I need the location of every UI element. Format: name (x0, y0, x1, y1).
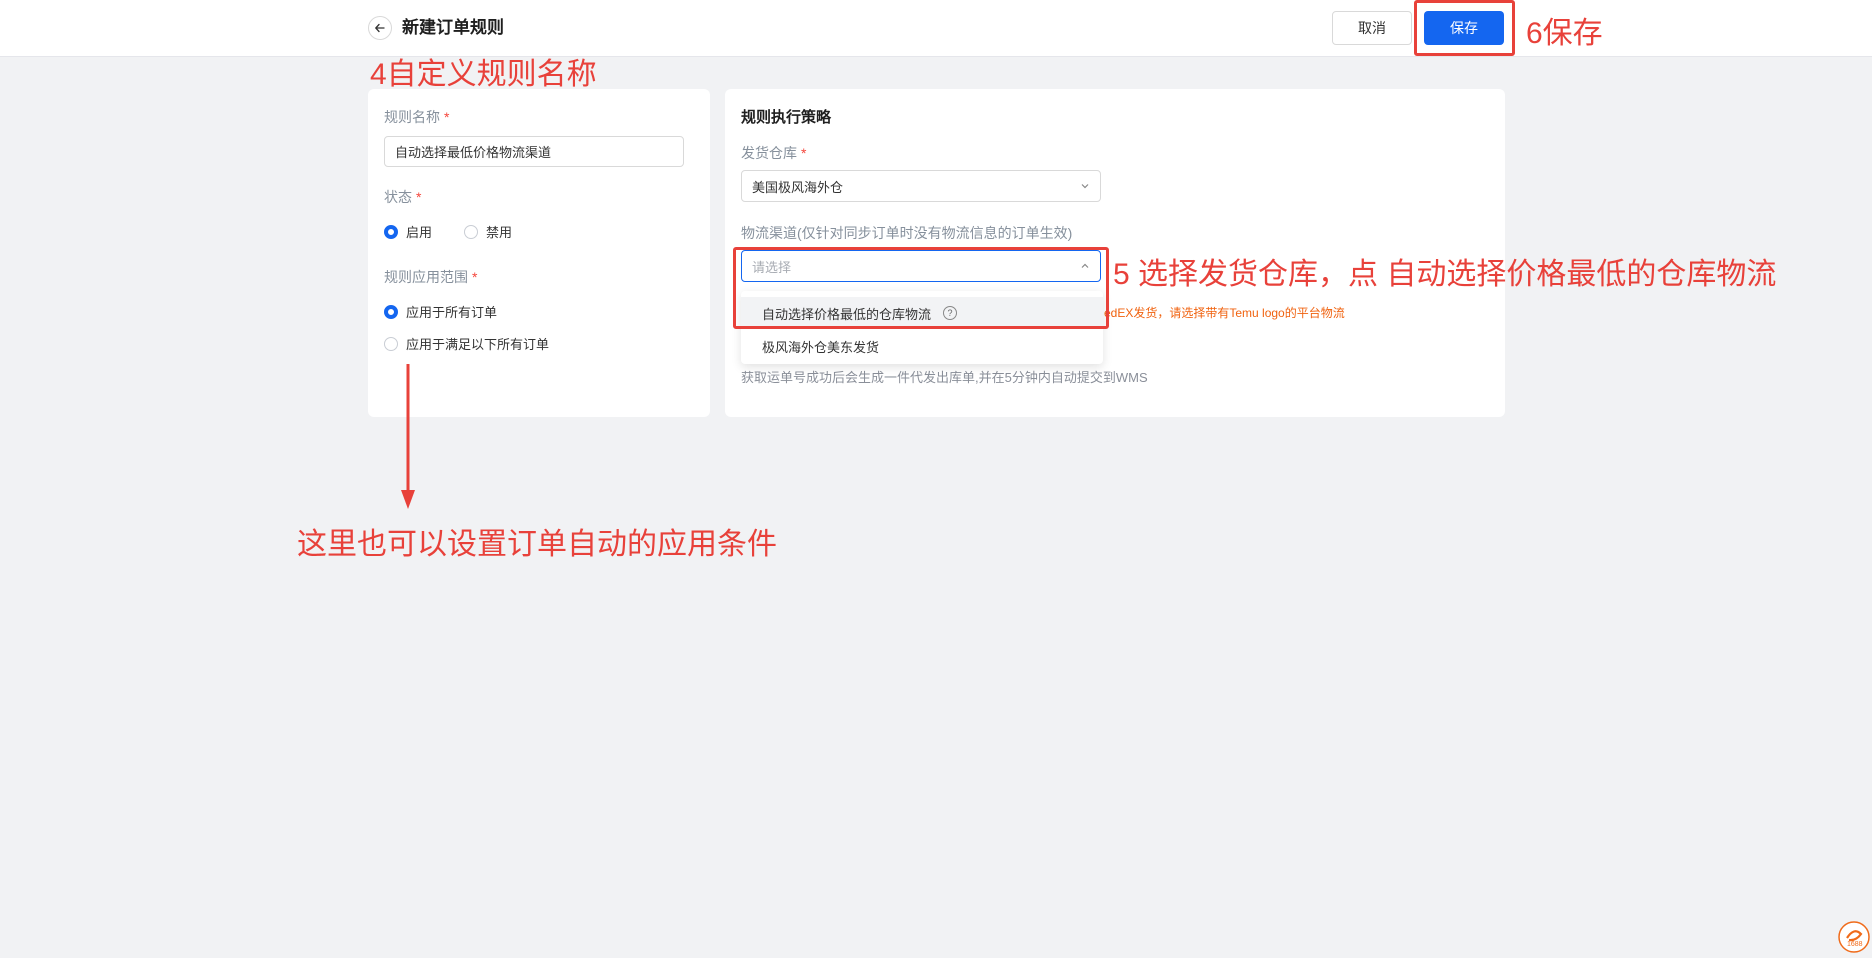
scope-conditional-label: 应用于满足以下所有订单 (406, 337, 550, 352)
chevron-down-icon (1081, 184, 1089, 189)
rule-name-label: 规则名称 * (384, 109, 450, 125)
radio-checked-icon (384, 224, 398, 239)
radio-unchecked-icon (464, 224, 478, 239)
rule-name-input[interactable]: 自动选择最低价格物流渠道 (384, 136, 684, 167)
channel-hint: edEX发货，请选择带有Temu logo的平台物流 (1104, 306, 1345, 320)
status-disable-radio[interactable]: 禁用 (464, 222, 512, 241)
rule-basic-card: 规则名称 * 自动选择最低价格物流渠道 状态 * 启用 禁用 规则应用范围 * 应用于… (368, 89, 710, 417)
channel-label: 物流渠道(仅针对同步订单时没有物流信息的订单生效) (741, 225, 1073, 241)
radio-unchecked-icon (384, 336, 398, 351)
required-mark: * (801, 145, 807, 161)
status-label: 状态 * (384, 189, 422, 205)
warehouse-value: 美国极风海外仓 (752, 179, 844, 195)
watermark-text: 1688 (1847, 941, 1863, 948)
status-disable-label: 禁用 (486, 225, 513, 240)
warehouse-label: 发货仓库 * (741, 145, 807, 161)
status-enable-radio[interactable]: 启用 (384, 222, 432, 241)
back-button[interactable] (368, 16, 392, 40)
annotation-arrow-down (401, 364, 415, 509)
scope-all-radio[interactable]: 应用于所有订单 (384, 302, 497, 321)
brand-logo-icon (1838, 921, 1870, 953)
cancel-button[interactable]: 取消 (1332, 11, 1412, 45)
scope-label: 规则应用范围 * (384, 269, 478, 285)
section-title: 规则执行策略 (741, 109, 832, 126)
scope-conditional-radio[interactable]: 应用于满足以下所有订单 (384, 334, 549, 353)
page-title: 新建订单规则 (402, 18, 504, 37)
required-mark: * (416, 189, 422, 205)
annotation-box-save (1414, 0, 1515, 56)
wms-hint: 获取运单号成功后会生成一件代发出库单,并在5分钟内自动提交到WMS (741, 370, 1148, 385)
status-enable-label: 启用 (406, 225, 433, 240)
required-mark: * (472, 269, 478, 285)
required-mark: * (444, 109, 450, 125)
scope-all-label: 应用于所有订单 (406, 305, 498, 320)
annotation-step6: 6保存 (1526, 17, 1603, 50)
option-label: 极风海外仓美东发货 (762, 339, 880, 355)
annotation-box-channel (733, 247, 1109, 329)
radio-checked-icon (384, 304, 398, 319)
arrow-left-icon (375, 23, 385, 33)
annotation-note: 这里也可以设置订单自动的应用条件 (297, 528, 777, 561)
warehouse-select[interactable]: 美国极风海外仓 (741, 170, 1101, 202)
watermark-logo: 1688 (1838, 921, 1870, 953)
annotation-step4: 4自定义规则名称 (370, 58, 597, 91)
channel-option-jifeng-east[interactable]: 极风海外仓美东发货 (741, 330, 1103, 362)
annotation-step5: 5 选择发货仓库，点 自动选择价格最低的仓库物流 (1113, 258, 1777, 291)
